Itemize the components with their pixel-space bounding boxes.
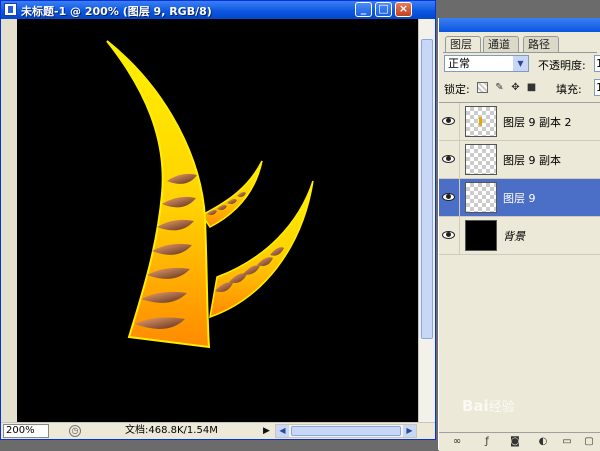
horizontal-scroll-thumb[interactable] — [291, 426, 401, 436]
blend-mode-select[interactable]: 正常 ▼ — [444, 55, 529, 72]
horn-small — [200, 160, 263, 228]
lock-row: 锁定: ✎ ✥ ■ 填充: 1 — [444, 79, 600, 96]
horizontal-scrollbar[interactable]: ◀ ▶ — [275, 424, 417, 438]
new-layer-icon[interactable]: ▢ — [583, 436, 595, 448]
divider — [459, 217, 460, 254]
add-mask-icon[interactable]: ◙ — [509, 436, 521, 448]
lock-position-icon[interactable]: ✥ — [510, 82, 521, 93]
chevron-down-icon[interactable]: ▼ — [513, 56, 528, 71]
divider — [459, 103, 460, 140]
minimize-button[interactable]: _ — [355, 2, 372, 17]
thumbnail-mark — [479, 117, 482, 126]
lock-all-icon[interactable]: ■ — [526, 82, 537, 93]
blend-mode-value: 正常 — [448, 57, 470, 70]
layer-row-selected[interactable]: 图层 9 — [439, 179, 600, 217]
fill-input[interactable]: 1 — [594, 79, 600, 96]
document-title-bar[interactable]: 未标题-1 @ 200% (图层 9, RGB/8) _ □ × — [1, 1, 435, 19]
status-bar: 200% ◷ 文档:468.8K/1.54M ▶ ◀ ▶ — [1, 422, 435, 439]
lock-transparency-icon[interactable] — [477, 82, 488, 93]
status-menu-icon[interactable]: ◷ — [69, 425, 81, 437]
layer-row[interactable]: 图层 9 副本 2 — [439, 103, 600, 141]
document-info: 文档:468.8K/1.54M — [125, 425, 218, 436]
layer-name: 图层 9 — [503, 192, 536, 205]
layer-name: 图层 9 副本 — [503, 154, 561, 167]
divider — [459, 141, 460, 178]
lock-label: 锁定: — [444, 83, 470, 96]
eye-icon[interactable] — [442, 191, 456, 203]
maximize-button[interactable]: □ — [375, 2, 392, 17]
opacity-input[interactable]: 1 — [594, 55, 600, 72]
zoom-field[interactable]: 200% — [3, 424, 49, 438]
close-button[interactable]: × — [395, 2, 412, 17]
tab-divider — [443, 52, 597, 53]
opacity-label: 不透明度: — [538, 59, 586, 72]
layer-name: 图层 9 副本 2 — [503, 116, 572, 129]
document-title: 未标题-1 @ 200% (图层 9, RGB/8) — [21, 5, 212, 18]
layer-thumbnail — [465, 144, 497, 175]
panel-title-bar[interactable] — [439, 18, 600, 32]
vertical-scrollbar[interactable] — [418, 19, 435, 422]
divider — [459, 179, 460, 216]
document-window: 未标题-1 @ 200% (图层 9, RGB/8) _ □ × 200% ◷ … — [0, 0, 436, 440]
canvas-margin — [1, 19, 17, 422]
layers-panel: 图层 通道 路径 正常 ▼ 不透明度: 1 锁定: ✎ ✥ ■ 填充: 1 图层… — [438, 18, 600, 451]
canvas[interactable] — [17, 19, 418, 422]
fill-label: 填充: — [556, 83, 582, 96]
scroll-left-icon[interactable]: ◀ — [276, 425, 289, 437]
layer-row[interactable]: 图层 9 副本 — [439, 141, 600, 179]
layer-row[interactable]: 背景 — [439, 217, 600, 255]
layers-panel-toolbar: ∞ ƒ ◙ ◐ ▭ ▢ — [439, 432, 600, 451]
layers-list: 图层 9 副本 2 图层 9 副本 图层 9 背景 — [439, 102, 600, 429]
watermark-suffix: 经验 — [488, 400, 515, 415]
layer-thumbnail — [465, 220, 497, 251]
watermark: Bai经验 — [462, 396, 515, 415]
eye-icon[interactable] — [442, 153, 456, 165]
layer-name: 背景 — [503, 230, 525, 243]
tab-layers[interactable]: 图层 — [445, 36, 481, 52]
vertical-scroll-thumb[interactable] — [421, 39, 433, 339]
document-icon — [4, 3, 17, 16]
status-menu-arrow[interactable]: ▶ — [260, 424, 273, 438]
watermark-text: Bai — [462, 397, 489, 415]
horn-artwork — [106, 40, 314, 349]
layer-thumbnail — [465, 106, 497, 137]
layer-style-icon[interactable]: ƒ — [481, 436, 493, 448]
link-layers-icon[interactable]: ∞ — [451, 436, 463, 448]
layer-thumbnail — [465, 182, 497, 213]
adjustment-layer-icon[interactable]: ◐ — [537, 436, 549, 448]
lock-pixels-icon[interactable]: ✎ — [494, 82, 505, 93]
scroll-right-icon[interactable]: ▶ — [403, 425, 416, 437]
tab-paths[interactable]: 路径 — [523, 36, 559, 52]
eye-icon[interactable] — [442, 115, 456, 127]
tab-channels[interactable]: 通道 — [483, 36, 519, 52]
eye-icon[interactable] — [442, 229, 456, 241]
new-group-icon[interactable]: ▭ — [561, 436, 573, 448]
